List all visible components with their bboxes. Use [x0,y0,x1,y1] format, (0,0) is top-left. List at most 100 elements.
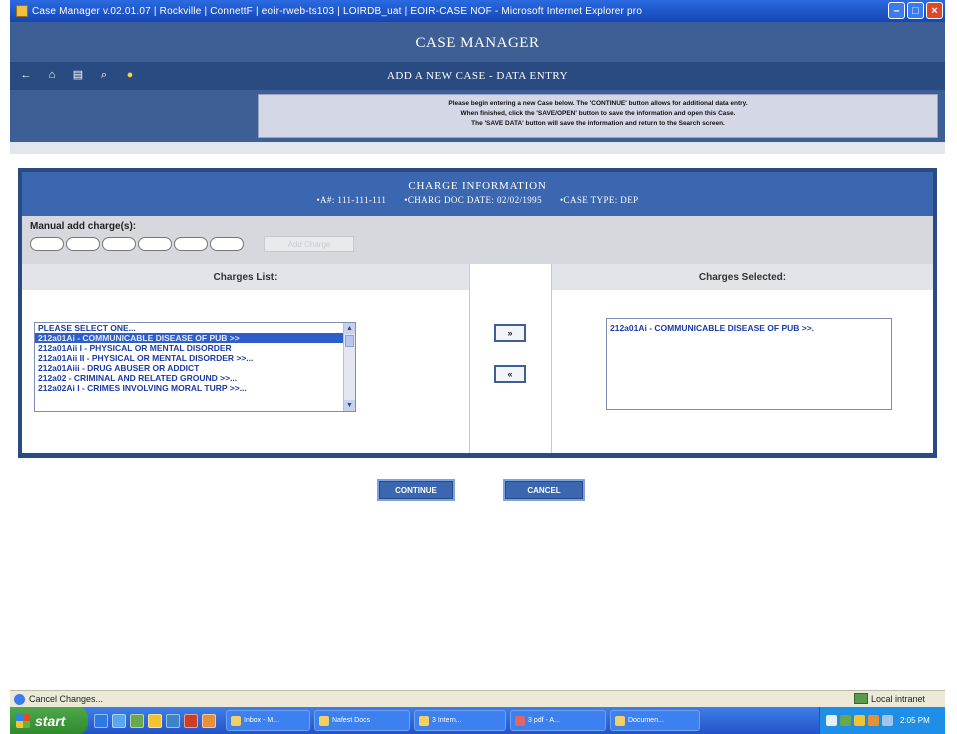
list-item[interactable]: 212a01Aii II - PHYSICAL OR MENTAL DISORD… [35,353,355,363]
app-icon[interactable] [202,713,216,728]
divider [10,142,945,154]
maximize-button[interactable]: □ [907,2,924,19]
app-title: CASE MANAGER [415,35,540,51]
page-title: ADD A NEW CASE - DATA ENTRY [386,70,569,82]
section-title: CHARGE INFORMATION [408,180,547,192]
app-icon[interactable] [184,713,198,728]
minimize-button[interactable]: – [888,2,905,19]
charges-list-column: Charges List: PLEASE SELECT ONE... 212a0… [22,264,470,453]
charges-selected-column: Charges Selected: 212a01Ai - COMMUNICABL… [552,264,933,453]
task-button[interactable]: Documen... [610,710,700,731]
task-icon [231,715,241,726]
scroll-thumb[interactable] [345,335,354,347]
folder-icon[interactable] [148,713,162,728]
task-icon [319,715,329,726]
task-button[interactable]: 3 pdf - A... [510,710,606,731]
charges-selected-listbox[interactable]: 212a01Ai - COMMUNICABLE DISEASE OF PUB >… [606,318,892,410]
tray-icon[interactable] [868,715,879,726]
charge-information-panel: CHARGE INFORMATION •A#: 111-111-111 •CHA… [18,168,937,458]
task-label: 3 Intern... [432,717,462,724]
task-icon [419,715,429,726]
page-status-icon [14,693,25,705]
move-buttons-column: » « [470,264,552,453]
charges-list-body: PLEASE SELECT ONE... 212a01Ai - COMMUNIC… [22,290,469,453]
status-text: Cancel Changes... [29,694,104,704]
list-item[interactable]: 212a01Aiii - DRUG ABUSER OR ADDICT [35,363,355,373]
clock: 2:05 PM [900,716,930,725]
task-label: Nafest Docs [332,717,371,724]
list-item[interactable]: PLEASE SELECT ONE... [35,323,355,333]
pdf-icon [515,715,525,726]
list-item[interactable]: 212a02Ai I - CRIMES INVOLVING MORAL TURP… [35,383,355,393]
app-header: CASE MANAGER [10,22,945,62]
add-charge-button[interactable]: Add Charge [264,236,354,252]
ie-icon[interactable] [94,713,108,728]
instructions-bar: Please begin entering a new Case below. … [10,90,945,142]
charge-information-header: CHARGE INFORMATION •A#: 111-111-111 •CHA… [22,172,933,216]
instructions-box: Please begin entering a new Case below. … [258,94,938,138]
windows-logo-icon [16,713,30,728]
system-tray: 2:05 PM [819,707,945,734]
cancel-button[interactable]: CANCEL [503,479,585,501]
security-zone: Local intranet [853,693,925,704]
tray-icon[interactable] [854,715,865,726]
window-titlebar: Case Manager v.02.01.07 | Rockville | Co… [10,0,945,22]
charges-selected-header: Charges Selected: [552,264,933,290]
zone-text: Local intranet [870,693,925,704]
manual-add-row: Add Charge [30,236,925,252]
taskbar: start Inbox - M... Nafest Docs 3 Intern.… [10,707,945,734]
list-item-selected[interactable]: 212a01Ai - COMMUNICABLE DISEASE OF PUB >… [35,333,355,343]
list-item[interactable]: 212a02 - CRIMINAL AND RELATED GROUND >>.… [35,373,355,383]
charge-code-field-4[interactable] [138,237,172,251]
desktop-icon[interactable] [112,713,126,728]
window-controls: – □ × [888,2,943,19]
scroll-down-icon[interactable]: ▼ [344,400,355,411]
remove-selected-button[interactable]: « [494,365,526,383]
task-button[interactable]: Nafest Docs [314,710,410,731]
quick-launch [94,713,216,728]
instruction-line: The 'SAVE DATA' button will save the inf… [471,120,725,127]
internet-explorer-icon [16,5,28,17]
charges-selected-body: 212a01Ai - COMMUNICABLE DISEASE OF PUB >… [552,290,933,453]
task-label: Inbox - M... [244,717,280,724]
start-button[interactable]: start [10,707,88,734]
page-header: ← ⌂ ▤ ⌕ ● ADD A NEW CASE - DATA ENTRY [10,62,945,90]
instruction-line: Please begin entering a new Case below. … [448,100,748,107]
list-item[interactable]: 212a01Ai - COMMUNICABLE DISEASE OF PUB >… [607,319,891,337]
tray-icon[interactable] [826,715,837,726]
instruction-line: When finished, click the 'SAVE/OPEN' but… [460,110,736,117]
a-number: •A#: 111-111-111 [316,195,387,205]
case-meta: •A#: 111-111-111 •CHARG DOC DATE: 02/02/… [22,195,933,205]
browser-window: Case Manager v.02.01.07 | Rockville | Co… [0,0,957,734]
listbox-scrollbar[interactable]: ▲ ▼ [343,323,355,411]
charge-code-field-5[interactable] [174,237,208,251]
manual-add-section: Manual add charge(s): Add Charge [22,216,933,264]
tray-icon[interactable] [840,715,851,726]
case-type: •CASE TYPE: DEP [560,195,639,205]
task-label: Documen... [628,717,664,724]
charge-code-field-3[interactable] [102,237,136,251]
charge-code-field-6[interactable] [210,237,244,251]
tray-icon[interactable] [882,715,893,726]
scroll-up-icon[interactable]: ▲ [344,323,355,334]
charges-listbox[interactable]: PLEASE SELECT ONE... 212a01Ai - COMMUNIC… [34,322,356,412]
charges-lists: Charges List: PLEASE SELECT ONE... 212a0… [22,264,933,453]
list-item[interactable]: 212a01Aii I - PHYSICAL OR MENTAL DISORDE… [35,343,355,353]
app-icon[interactable] [130,713,144,728]
task-button[interactable]: Inbox - M... [226,710,310,731]
continue-button[interactable]: CONTINUE [377,479,455,501]
charge-doc-date: •CHARG DOC DATE: 02/02/1995 [404,195,542,205]
charge-code-field-1[interactable] [30,237,64,251]
task-icon [615,715,625,726]
window-title: Case Manager v.02.01.07 | Rockville | Co… [32,5,643,17]
charges-list-header: Charges List: [22,264,469,290]
intranet-icon [853,693,868,704]
manual-add-label: Manual add charge(s): [30,221,137,232]
app-icon[interactable] [166,713,180,728]
task-button[interactable]: 3 Intern... [414,710,506,731]
status-bar: Cancel Changes... Local intranet [10,690,945,707]
add-selected-button[interactable]: » [494,324,526,342]
close-button[interactable]: × [926,2,943,19]
charge-code-field-2[interactable] [66,237,100,251]
start-label: start [35,712,66,729]
